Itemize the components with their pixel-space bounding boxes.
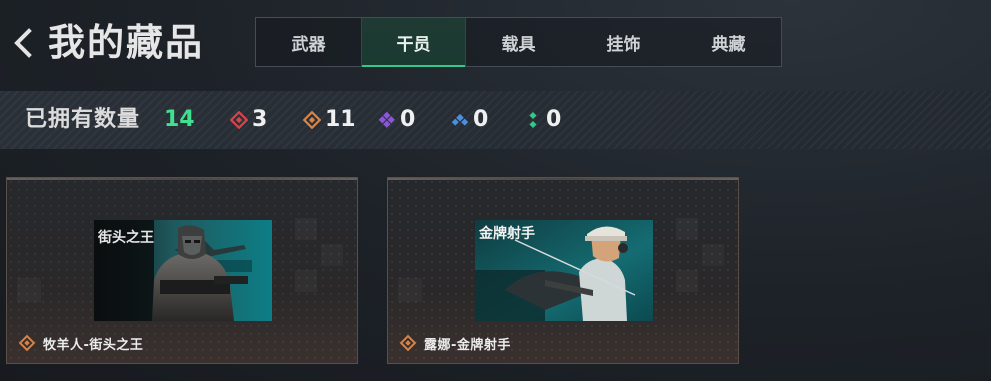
owned-count-bar: 已拥有数量 14 3 11 0 0 0 [0,91,991,149]
tab-charms[interactable]: 挂饰 [571,18,676,66]
operator-skin-name: 露娜-金牌射手 [424,337,511,353]
operator-card[interactable]: 金牌射手 露娜-金牌射手 [387,177,739,364]
orange-diamond-icon [400,335,416,351]
rarity-count-green: 0 [524,103,561,137]
tab-operators[interactable]: 干员 [361,18,466,67]
orange-diamond-icon [19,335,35,351]
skin-art-text: 金牌射手 [478,225,535,242]
card-decoration [295,218,345,308]
operator-skin-name: 牧羊人-街头之王 [43,337,144,353]
tab-vehicles[interactable]: 载具 [466,18,571,66]
owned-count-total: 14 [164,107,195,132]
rarity-count-red: 3 [230,103,267,137]
owned-count-label: 已拥有数量 [25,107,141,132]
blue-diamond-icon [451,113,469,126]
tab-weapons[interactable]: 武器 [256,18,361,66]
rarity-orange-value: 11 [325,107,356,132]
card-name-row: 牧羊人-街头之王 [19,333,143,353]
header: 我的藏品 武器 干员 载具 挂饰 典藏 [0,0,991,90]
rarity-count-blue: 0 [451,103,488,137]
card-name-row: 露娜-金牌射手 [400,333,511,353]
rarity-count-orange: 11 [303,103,356,137]
category-tabs: 武器 干员 载具 挂饰 典藏 [255,17,782,67]
skin-art-text: 街头之王 [97,229,154,246]
operator-skin-image: 金牌射手 [475,220,653,321]
operator-card[interactable]: 街头之王 牧羊人-街头之王 [6,177,358,364]
page-title: 我的藏品 [48,21,204,64]
rarity-count-purple: 0 [378,103,415,137]
purple-diamond-icon [378,111,395,128]
operator-skin-image: 街头之王 [94,220,272,321]
green-diamond-icon [529,111,537,129]
rarity-red-value: 3 [252,107,268,132]
rarity-blue-value: 0 [473,107,489,132]
rarity-green-value: 0 [546,107,562,132]
card-decoration [676,218,726,308]
red-diamond-icon [230,111,248,129]
chevron-left-icon [14,28,32,58]
rarity-purple-value: 0 [400,107,416,132]
tab-collection[interactable]: 典藏 [676,18,781,66]
card-decoration [17,278,41,302]
card-decoration [398,278,422,302]
back-button[interactable] [8,24,40,62]
orange-diamond-icon [303,111,321,129]
